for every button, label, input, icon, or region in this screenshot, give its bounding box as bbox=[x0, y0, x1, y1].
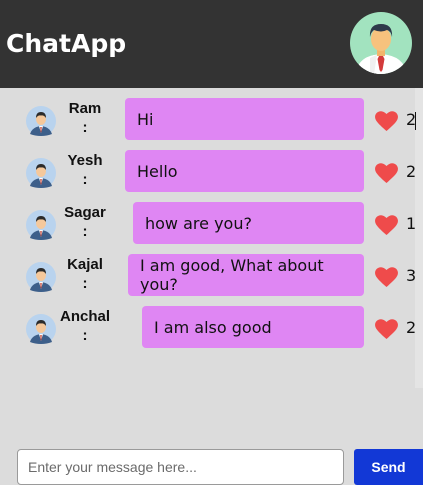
like-heart-icon[interactable] bbox=[375, 111, 398, 132]
app-header: ChatApp bbox=[0, 0, 423, 88]
message-row: Yesh: Hello 2 bbox=[0, 150, 423, 192]
message-bubble: I am good, What about you? bbox=[128, 254, 364, 296]
message-row: Anchal: I am also good 2 bbox=[0, 306, 423, 348]
like-heart-icon[interactable] bbox=[375, 163, 398, 184]
sender-name: Yesh: bbox=[67, 152, 103, 188]
message-row: Kajal: I am good, What about you? 3 bbox=[0, 254, 423, 296]
message-bubble: Hello bbox=[125, 150, 364, 192]
profile-avatar-icon[interactable] bbox=[350, 12, 412, 74]
sender-name: Anchal: bbox=[59, 308, 110, 344]
user-avatar-icon bbox=[26, 106, 56, 136]
like-count: 2 bbox=[406, 162, 417, 181]
message-bubble: how are you? bbox=[133, 202, 364, 244]
sender-name: Kajal: bbox=[67, 256, 103, 292]
user-avatar-icon bbox=[26, 210, 56, 240]
user-avatar-icon bbox=[26, 262, 56, 292]
like-count: 1 bbox=[406, 214, 417, 233]
message-row: Ram: Hi 2 bbox=[0, 98, 423, 140]
send-button[interactable]: Send bbox=[354, 449, 423, 485]
app-title: ChatApp bbox=[6, 29, 127, 58]
sender-name: Sagar: bbox=[64, 204, 106, 240]
like-count: 2 bbox=[406, 318, 417, 337]
like-heart-icon[interactable] bbox=[375, 267, 398, 288]
user-avatar-icon bbox=[26, 158, 56, 188]
user-avatar-icon bbox=[26, 314, 56, 344]
like-count: 3 bbox=[406, 266, 417, 285]
message-input[interactable] bbox=[17, 449, 344, 485]
message-row: Sagar: how are you? 1 bbox=[0, 202, 423, 244]
message-bubble: I am also good bbox=[142, 306, 364, 348]
text-cursor bbox=[415, 112, 416, 130]
like-heart-icon[interactable] bbox=[375, 215, 398, 236]
message-bubble: Hi bbox=[125, 98, 364, 140]
like-heart-icon[interactable] bbox=[375, 319, 398, 340]
sender-name: Ram: bbox=[68, 100, 102, 136]
